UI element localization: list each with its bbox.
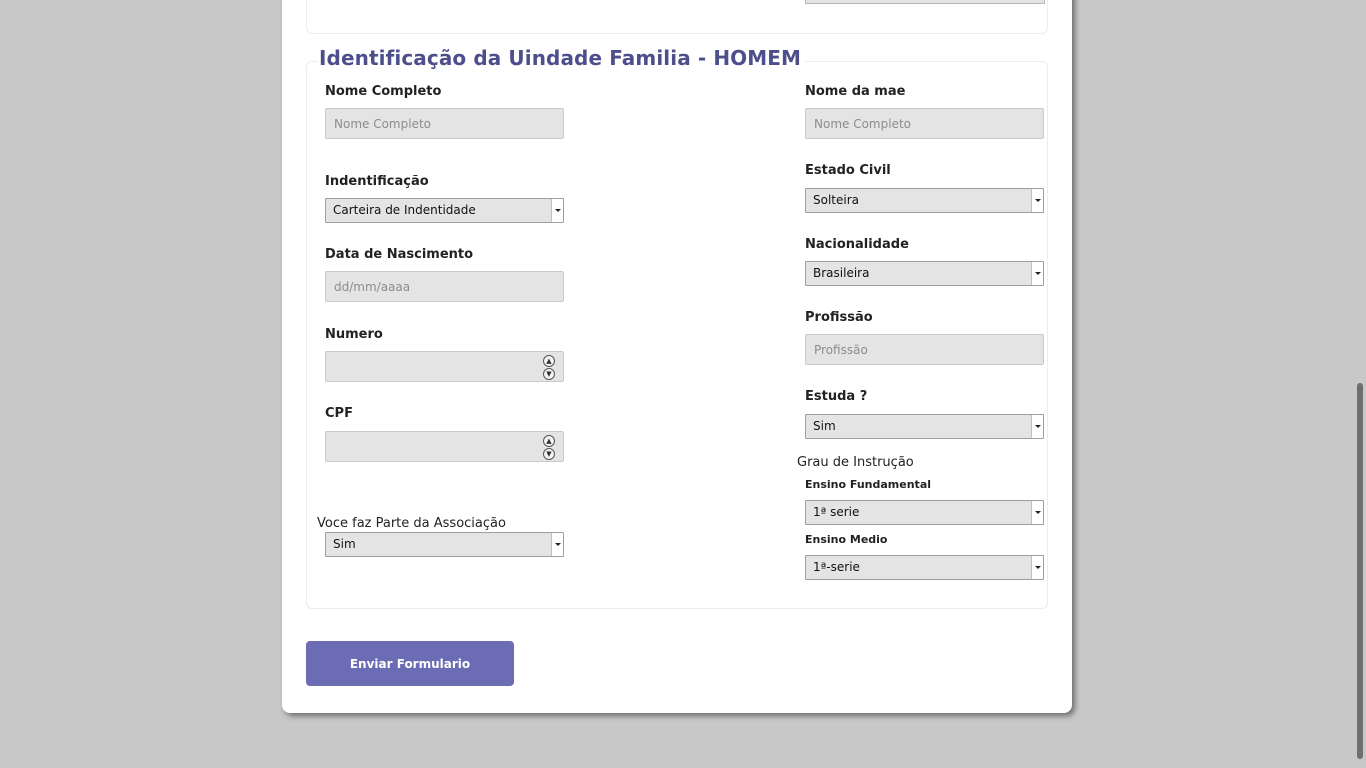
- nacionalidade-label: Nacionalidade: [805, 237, 909, 252]
- ensino-medio-select[interactable]: 1ª-serie: [805, 555, 1044, 580]
- nacionalidade-select[interactable]: Brasileira: [805, 261, 1044, 286]
- enviar-formulario-button[interactable]: Enviar Formulario: [306, 641, 514, 686]
- nome-completo-label: Nome Completo: [325, 84, 442, 99]
- chevron-down-icon: [1031, 189, 1043, 212]
- profissao-label: Profissão: [805, 310, 873, 325]
- cpf-stepper[interactable]: ▲ ▼: [543, 435, 555, 460]
- profissao-input[interactable]: [805, 334, 1044, 365]
- identificacao-select[interactable]: Carteira de Indentidade: [325, 198, 564, 223]
- ensino-medio-label: Ensino Medio: [805, 533, 888, 546]
- estuda-select[interactable]: Sim: [805, 414, 1044, 439]
- fieldset-legend: Identificação da Uindade Familia - HOMEM: [318, 46, 806, 70]
- associacao-value: Sim: [333, 537, 356, 551]
- nome-mae-label: Nome da mae: [805, 84, 906, 99]
- ensino-medio-value: 1ª-serie: [813, 560, 860, 574]
- cpf-input[interactable]: ▲ ▼: [325, 431, 564, 462]
- numero-input[interactable]: ▲ ▼: [325, 351, 564, 382]
- chevron-down-icon: [1031, 262, 1043, 285]
- identificacao-value: Carteira de Indentidade: [333, 203, 476, 217]
- numero-label: Numero: [325, 327, 383, 342]
- associacao-label: Voce faz Parte da Associação: [317, 516, 506, 531]
- chevron-up-icon[interactable]: ▲: [543, 355, 555, 367]
- chevron-down-icon: [1031, 415, 1043, 438]
- numero-stepper[interactable]: ▲ ▼: [543, 355, 555, 380]
- associacao-select[interactable]: Sim: [325, 532, 564, 557]
- previous-fieldset: [306, 0, 1048, 34]
- chevron-down-icon: [551, 199, 563, 222]
- nome-completo-input[interactable]: [325, 108, 564, 139]
- page-scrollbar[interactable]: [1354, 0, 1366, 768]
- nacionalidade-value: Brasileira: [813, 266, 870, 280]
- data-nascimento-label: Data de Nascimento: [325, 247, 474, 262]
- estado-civil-value: Solteira: [813, 193, 860, 207]
- estado-civil-select[interactable]: Solteira: [805, 188, 1044, 213]
- estado-civil-label: Estado Civil: [805, 163, 891, 178]
- chevron-down-icon: [1031, 556, 1043, 579]
- nome-mae-input[interactable]: [805, 108, 1044, 139]
- scrollbar-thumb[interactable]: [1357, 383, 1363, 759]
- estuda-label: Estuda ?: [805, 389, 868, 404]
- ensino-fundamental-select[interactable]: 1ª serie: [805, 500, 1044, 525]
- chevron-down-icon[interactable]: ▼: [543, 448, 555, 460]
- chevron-down-icon: [551, 533, 563, 556]
- chevron-down-icon[interactable]: ▼: [543, 368, 555, 380]
- identificacao-label: Indentificação: [325, 174, 429, 189]
- chevron-down-icon: [1031, 501, 1043, 524]
- estuda-value: Sim: [813, 419, 836, 433]
- previous-select-partial[interactable]: [805, 0, 1045, 4]
- chevron-up-icon[interactable]: ▲: [543, 435, 555, 447]
- grau-instrucao-label: Grau de Instrução: [797, 455, 914, 470]
- ensino-fundamental-label: Ensino Fundamental: [805, 478, 932, 491]
- cpf-label: CPF: [325, 406, 353, 421]
- ensino-fundamental-value: 1ª serie: [813, 505, 860, 519]
- data-nascimento-input[interactable]: [325, 271, 564, 302]
